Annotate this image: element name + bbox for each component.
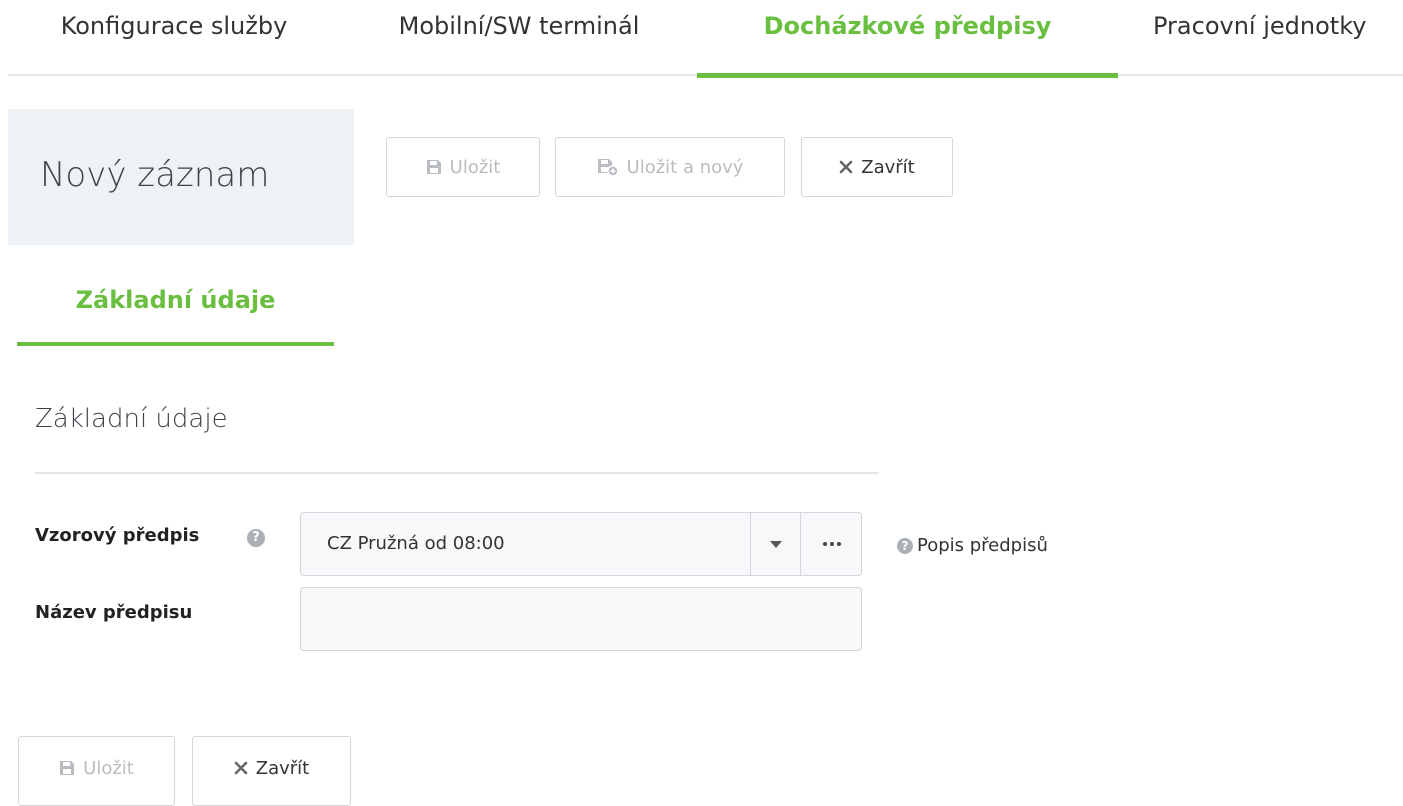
help-link-label: Popis předpisů bbox=[917, 535, 1048, 556]
footer-save-label: Uložit bbox=[83, 757, 134, 779]
template-label: Vzorový předpis bbox=[35, 525, 200, 546]
footer-save-button[interactable]: Uložit bbox=[18, 736, 175, 806]
tab-mobilni-sw-terminal[interactable]: Mobilní/SW terminál bbox=[376, 0, 662, 76]
section-title: Základní údaje bbox=[35, 404, 228, 434]
page-title: Nový záznam bbox=[40, 155, 270, 195]
close-button[interactable]: Zavřít bbox=[801, 137, 953, 197]
footer-close-button[interactable]: Zavřít bbox=[192, 736, 351, 806]
save-and-new-icon bbox=[597, 158, 619, 176]
tab-dochazkove-predpisy[interactable]: Docházkové předpisy bbox=[697, 0, 1118, 78]
floppy-disk-icon bbox=[426, 159, 442, 175]
close-icon bbox=[234, 761, 248, 775]
tab-label: Konfigurace služby bbox=[60, 12, 288, 40]
template-select[interactable]: CZ Pružná od 08:00 bbox=[300, 512, 862, 576]
save-button[interactable]: Uložit bbox=[386, 137, 540, 197]
save-and-new-button[interactable]: Uložit a nový bbox=[555, 137, 785, 197]
save-and-new-label: Uložit a nový bbox=[626, 156, 744, 178]
record-header-panel: Nový záznam bbox=[8, 109, 354, 245]
tab-label: Mobilní/SW terminál bbox=[398, 12, 640, 40]
close-icon bbox=[839, 160, 853, 174]
help-icon[interactable]: ? bbox=[247, 529, 265, 547]
help-link-predpisy[interactable]: ? Popis předpisů bbox=[897, 535, 1048, 556]
footer-close-label: Zavřít bbox=[255, 757, 310, 779]
floppy-disk-icon bbox=[59, 760, 75, 776]
name-label: Název předpisu bbox=[35, 602, 193, 623]
save-button-label: Uložit bbox=[449, 156, 501, 178]
template-select-value: CZ Pružná od 08:00 bbox=[327, 533, 505, 554]
help-icon: ? bbox=[897, 537, 913, 554]
more-options-icon[interactable] bbox=[801, 513, 862, 575]
name-input[interactable] bbox=[300, 587, 862, 651]
section-divider bbox=[35, 472, 879, 474]
tab-pracovni-jednotky[interactable]: Pracovní jednotky bbox=[1153, 0, 1403, 76]
close-button-label: Zavřít bbox=[861, 156, 915, 178]
tab-label: Pracovní jednotky bbox=[1153, 12, 1367, 40]
chevron-down-icon[interactable] bbox=[751, 513, 800, 575]
tab-konfigurace-sluzby[interactable]: Konfigurace služby bbox=[42, 0, 306, 76]
tab-label: Docházkové předpisy bbox=[763, 12, 1052, 40]
tab-label: Základní údaje bbox=[75, 286, 276, 314]
tab-zakladni-udaje[interactable]: Základní údaje bbox=[17, 280, 334, 346]
